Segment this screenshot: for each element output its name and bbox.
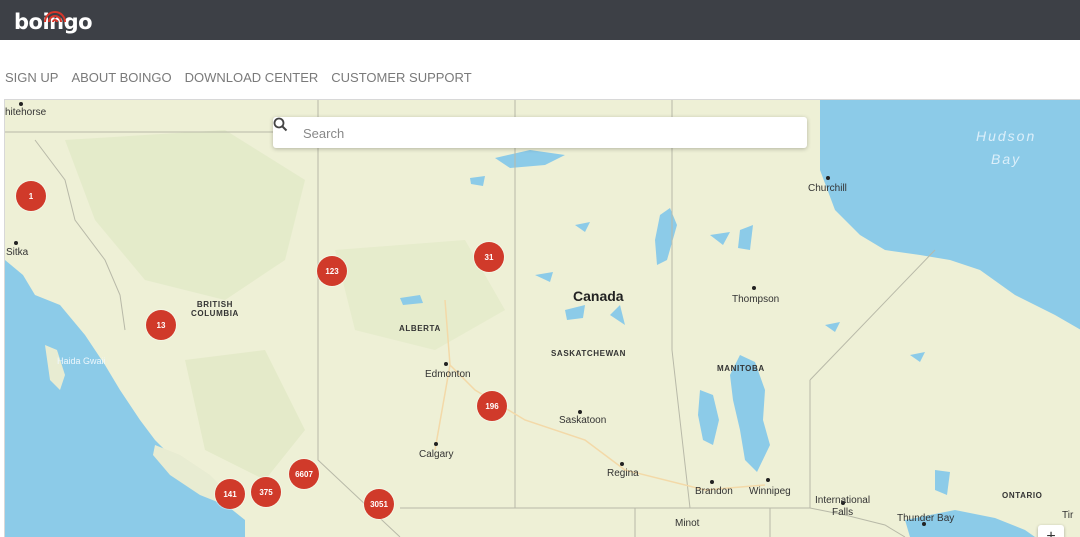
province-label-british-columbia: BRITISH COLUMBIA (191, 300, 239, 318)
place-thunder-bay: Thunder Bay (897, 513, 955, 524)
province-label-alberta: ALBERTA (399, 324, 441, 333)
search-input[interactable] (301, 121, 795, 145)
hotspot-cluster-marker[interactable]: 375 (251, 477, 281, 507)
boingo-logo[interactable]: boingo (14, 10, 93, 34)
zoom-in-button[interactable]: + (1038, 525, 1064, 537)
place-dot (766, 478, 770, 482)
province-line1: BRITISH (196, 300, 234, 309)
place-minot: Minot (675, 518, 700, 529)
place-dot (14, 241, 18, 245)
hotspot-cluster-marker[interactable]: 13 (146, 310, 176, 340)
province-label-manitoba: MANITOBA (717, 364, 765, 373)
place-falls: Falls (832, 507, 854, 518)
water-label-hudson: Hudson (976, 128, 1037, 144)
place-dot (434, 442, 438, 446)
hotspot-cluster-marker[interactable]: 3051 (364, 489, 394, 519)
hotspot-cluster-marker[interactable]: 31 (474, 242, 504, 272)
top-bar: boingo (0, 0, 1080, 40)
place-thompson: Thompson (732, 294, 780, 305)
hotspot-cluster-marker[interactable]: 141 (215, 479, 245, 509)
water-label-haida-gwaii: Haida Gwaii (57, 356, 106, 366)
place-sitka: Sitka (6, 247, 29, 258)
hotspot-map[interactable]: Canada Hudson Bay Haida Gwaii BRITISH CO… (4, 99, 1080, 537)
search-icon[interactable] (273, 117, 288, 132)
province-label-ontario: ONTARIO (1002, 491, 1043, 500)
place-international: International (815, 495, 871, 506)
place-dot (578, 410, 582, 414)
water-label-bay: Bay (991, 151, 1022, 167)
hotspot-cluster-marker[interactable]: 6607 (289, 459, 319, 489)
place-calgary: Calgary (419, 449, 454, 460)
nav-about-boingo[interactable]: ABOUT BOINGO (71, 69, 171, 87)
hotspot-cluster-marker[interactable]: 196 (477, 391, 507, 421)
province-label-saskatchewan: SASKATCHEWAN (551, 349, 627, 358)
hotspot-cluster-marker[interactable]: 1 (16, 181, 46, 211)
province-line2: COLUMBIA (191, 309, 239, 318)
place-edmonton: Edmonton (425, 369, 471, 380)
main-nav: SIGN UP ABOUT BOINGO DOWNLOAD CENTER CUS… (5, 69, 485, 87)
place-winnipeg: Winnipeg (749, 486, 791, 497)
place-saskatoon: Saskatoon (559, 415, 607, 426)
place-dot (19, 102, 23, 106)
hudson-bay (820, 100, 1080, 330)
lake-manitoba (698, 390, 719, 445)
place-dot (620, 462, 624, 466)
nav-download-center[interactable]: DOWNLOAD CENTER (185, 69, 319, 87)
place-dot (444, 362, 448, 366)
place-brandon: Brandon (695, 486, 733, 497)
nav-sign-up[interactable]: SIGN UP (5, 69, 58, 87)
place-whitehorse: hitehorse (5, 107, 47, 118)
country-label: Canada (573, 288, 624, 304)
place-churchill: Churchill (808, 183, 847, 194)
place-regina: Regina (607, 468, 639, 479)
place-tir: Tir (1062, 510, 1074, 521)
search-bar (273, 117, 807, 148)
wifi-signal-icon (44, 11, 66, 23)
place-dot (710, 480, 714, 484)
place-dot (752, 286, 756, 290)
nav-customer-support[interactable]: CUSTOMER SUPPORT (331, 69, 471, 87)
place-dot (826, 176, 830, 180)
hotspot-cluster-marker[interactable]: 123 (317, 256, 347, 286)
